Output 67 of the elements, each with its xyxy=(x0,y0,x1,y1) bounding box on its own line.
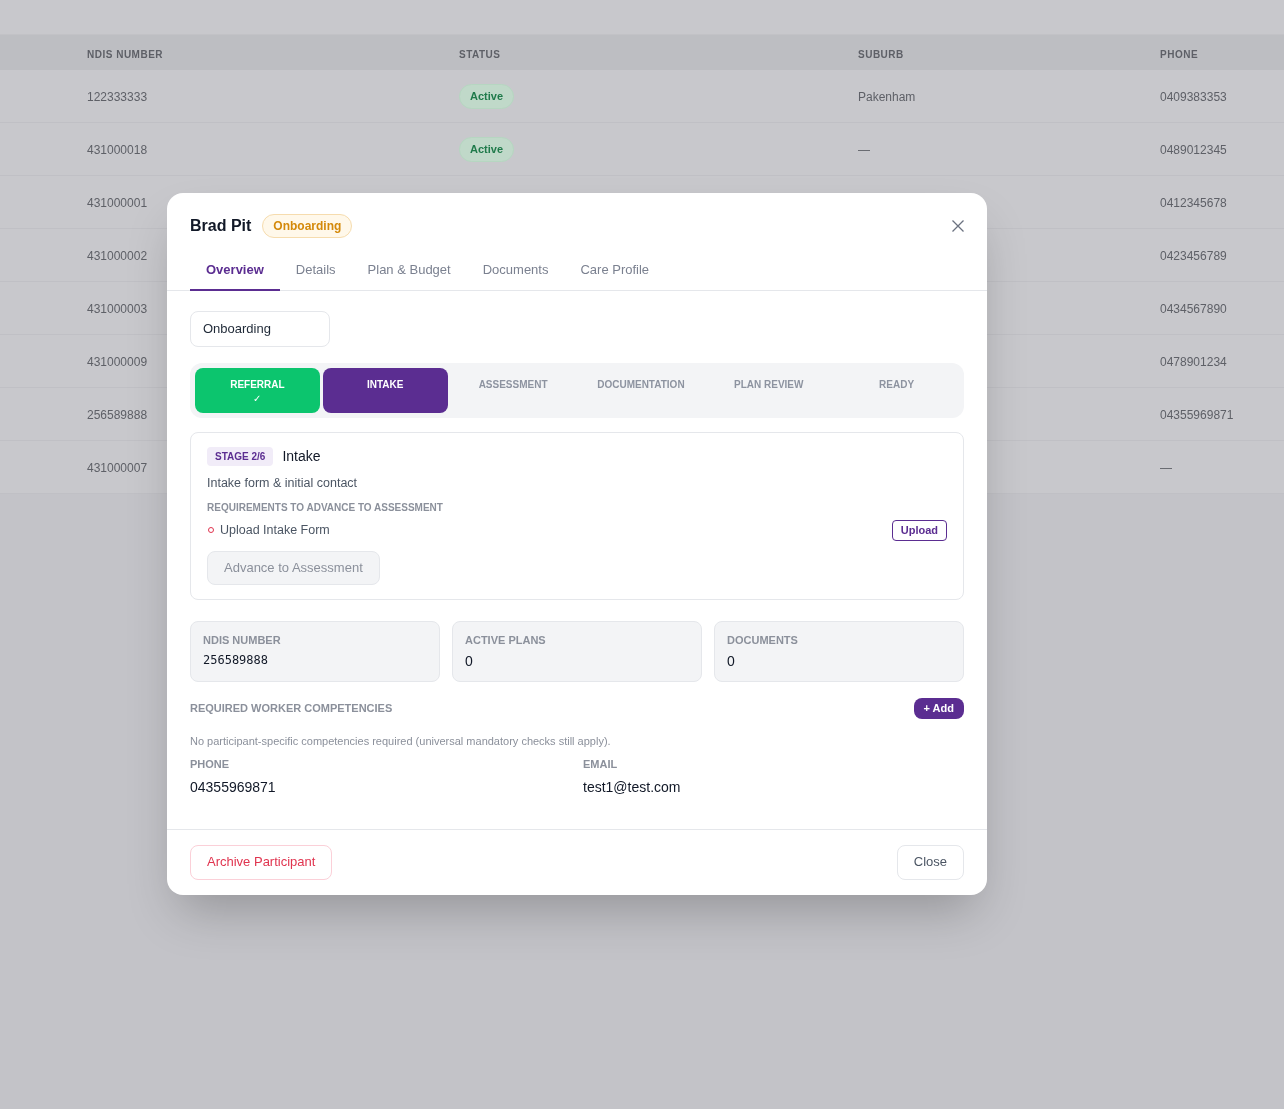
field-value: test1@test.com xyxy=(583,777,682,796)
table-cell: Pakenham xyxy=(858,90,916,104)
tab[interactable]: Plan & Budget xyxy=(351,250,467,291)
participant-name: Brad Pit xyxy=(190,216,252,236)
upload-button[interactable]: Upload xyxy=(891,519,947,541)
table-cell: 256589888 xyxy=(87,408,148,422)
stage-step[interactable]: REFERRAL ✓ xyxy=(195,367,320,413)
status-badge: Active xyxy=(459,137,515,162)
stage-step[interactable]: ASSESSMENT xyxy=(450,367,576,413)
table-cell: 431000009 xyxy=(87,355,148,369)
table-cell: 0423456789 xyxy=(1160,249,1227,263)
stat-value: 256589888 xyxy=(203,651,270,668)
stage-select[interactable]: Onboarding xyxy=(190,310,330,347)
empty-state-text: No participant-specific competencies required (universal mandatory checks still apply). xyxy=(190,733,612,749)
table-cell: 122333333 xyxy=(87,90,148,104)
tab[interactable]: Details xyxy=(279,250,352,291)
table-cell: 0409383353 xyxy=(1160,90,1227,104)
status-badge: Active xyxy=(459,84,515,109)
table-cell: 0478901234 xyxy=(1160,355,1227,369)
table-cell: — xyxy=(858,143,870,157)
table-cell: 431000001 xyxy=(87,196,148,210)
table-cell: 431000018 xyxy=(87,143,148,157)
tab[interactable]: Documents xyxy=(466,250,565,291)
table-cell: 431000003 xyxy=(87,302,148,316)
column-header: SUBURB xyxy=(858,48,904,60)
stage-label: READY xyxy=(879,378,915,391)
stat-label: ACTIVE PLANS xyxy=(465,632,547,647)
stage-label: REFERRAL xyxy=(230,378,285,391)
table-cell: 0412345678 xyxy=(1160,196,1227,210)
field-label: EMAIL xyxy=(583,756,619,771)
stage-step[interactable]: PLAN REVIEW xyxy=(706,367,832,413)
status-badge: Onboarding xyxy=(262,214,353,238)
stat-value: 0 xyxy=(465,651,474,671)
requirement-label: Upload Intake Form xyxy=(220,521,330,539)
stage-step[interactable]: READY xyxy=(834,367,959,413)
stage-title: Intake xyxy=(282,446,321,466)
add-button[interactable]: + Add xyxy=(913,697,964,719)
stat-label: DOCUMENTS xyxy=(727,632,799,647)
column-header: PHONE xyxy=(1160,48,1199,60)
archive-button[interactable]: Archive Participant xyxy=(190,844,333,880)
table-cell: 0434567890 xyxy=(1160,302,1227,316)
stat-value: 0 xyxy=(727,651,736,671)
stage-step[interactable]: INTAKE xyxy=(322,367,448,413)
stage-label: DOCUMENTATION xyxy=(597,378,685,391)
close-icon xyxy=(952,220,964,232)
stage-label: ASSESSMENT xyxy=(478,378,548,391)
table-cell: 431000002 xyxy=(87,249,148,263)
table-cell: 04355969871 xyxy=(1160,408,1234,422)
requirements-heading: REQUIREMENTS TO ADVANCE TO ASSESSMENT xyxy=(207,501,444,514)
column-header: NDIS NUMBER xyxy=(87,48,164,60)
stage-label: INTAKE xyxy=(367,378,404,391)
column-header: STATUS xyxy=(459,48,501,60)
stage-label: PLAN REVIEW xyxy=(734,378,804,391)
close-button[interactable]: Close xyxy=(896,844,964,880)
tab[interactable]: Overview xyxy=(190,250,280,291)
competencies-heading: REQUIRED WORKER COMPETENCIES xyxy=(190,700,393,716)
field-label: PHONE xyxy=(190,756,231,771)
stage-description: Intake form & initial contact xyxy=(207,474,359,491)
stage-badge: STAGE 2/6 xyxy=(207,446,274,466)
table-cell: 0489012345 xyxy=(1160,143,1227,157)
stage-step[interactable]: DOCUMENTATION xyxy=(578,367,704,413)
field-value: 04355969871 xyxy=(190,777,277,796)
stat-label: NDIS NUMBER xyxy=(203,632,282,647)
check-mark: ✓ xyxy=(253,392,262,405)
table-cell: — xyxy=(1160,461,1172,475)
table-cell: 431000007 xyxy=(87,461,148,475)
tab[interactable]: Care Profile xyxy=(564,250,666,291)
